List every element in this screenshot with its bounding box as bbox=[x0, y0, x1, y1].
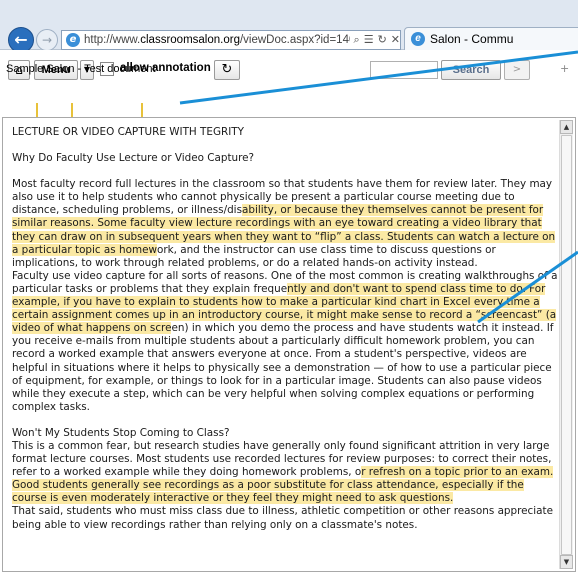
document-body[interactable]: LECTURE OR VIDEO CAPTURE WITH TEGRITY Wh… bbox=[12, 126, 560, 532]
ie-logo-icon: e bbox=[66, 33, 80, 47]
refresh-icon[interactable]: ↻ bbox=[378, 33, 387, 47]
search-input[interactable] bbox=[370, 61, 438, 79]
search-button[interactable]: Search bbox=[441, 60, 501, 80]
doc-paragraph[interactable]: Most faculty record full lectures in the… bbox=[12, 178, 560, 270]
document-viewer[interactable]: LECTURE OR VIDEO CAPTURE WITH TEGRITY Wh… bbox=[2, 117, 576, 572]
tab-title: Salon - Commu bbox=[430, 32, 514, 46]
doc-paragraph[interactable]: Faculty use video capture for all sorts … bbox=[12, 270, 560, 414]
scroll-down-arrow-icon[interactable]: ▼ bbox=[560, 555, 573, 569]
ie-logo-icon: e bbox=[411, 32, 425, 46]
doc-subheading: Why Do Faculty Use Lecture or Video Capt… bbox=[12, 152, 255, 165]
scrollbar-thumb[interactable] bbox=[561, 135, 572, 555]
url-text[interactable]: http://www.classroomsalon.org/viewDoc.as… bbox=[84, 34, 350, 46]
doc-paragraph: That said, students who must miss class … bbox=[12, 505, 553, 531]
annotation-marker[interactable] bbox=[141, 103, 143, 117]
search-icon[interactable]: ⌕ bbox=[354, 33, 360, 47]
annotation-marker[interactable] bbox=[71, 103, 73, 117]
url-path: /viewDoc.aspx?id=14002&x=zntXj7wKTQQ bbox=[239, 34, 350, 46]
url-domain: classroomsalon.org bbox=[140, 34, 240, 46]
doc-subheading: Won't My Students Stop Coming to Class? bbox=[12, 426, 230, 439]
annotation-marker[interactable] bbox=[36, 103, 38, 117]
stop-icon[interactable]: ✕ bbox=[391, 33, 400, 47]
refresh-icon: ↻ bbox=[221, 62, 233, 77]
text-segment: en) in which you demo the process and ha… bbox=[12, 322, 554, 413]
search-next-button[interactable]: > bbox=[504, 60, 530, 80]
doc-paragraph[interactable]: This is a common fear, but research stud… bbox=[12, 440, 560, 505]
doc-heading: LECTURE OR VIDEO CAPTURE WITH TEGRITY bbox=[12, 126, 244, 138]
plus-icon[interactable]: + bbox=[560, 62, 569, 75]
document-title: Sample Salon - Test document bbox=[6, 63, 156, 75]
forward-arrow-icon[interactable]: → bbox=[36, 29, 58, 51]
refresh-button[interactable]: ↻ bbox=[214, 60, 240, 80]
browser-chrome: ← → e http://www.classroomsalon.org/view… bbox=[0, 0, 578, 53]
url-prefix: http://www. bbox=[84, 34, 141, 46]
address-bar[interactable]: e http://www.classroomsalon.org/viewDoc.… bbox=[61, 30, 401, 50]
browser-tab[interactable]: e Salon - Commu bbox=[404, 27, 578, 50]
scroll-up-arrow-icon[interactable]: ▲ bbox=[560, 120, 573, 134]
compatibility-icon[interactable]: ☰ bbox=[364, 33, 374, 47]
vertical-scrollbar[interactable]: ▲ ▼ bbox=[559, 120, 573, 569]
